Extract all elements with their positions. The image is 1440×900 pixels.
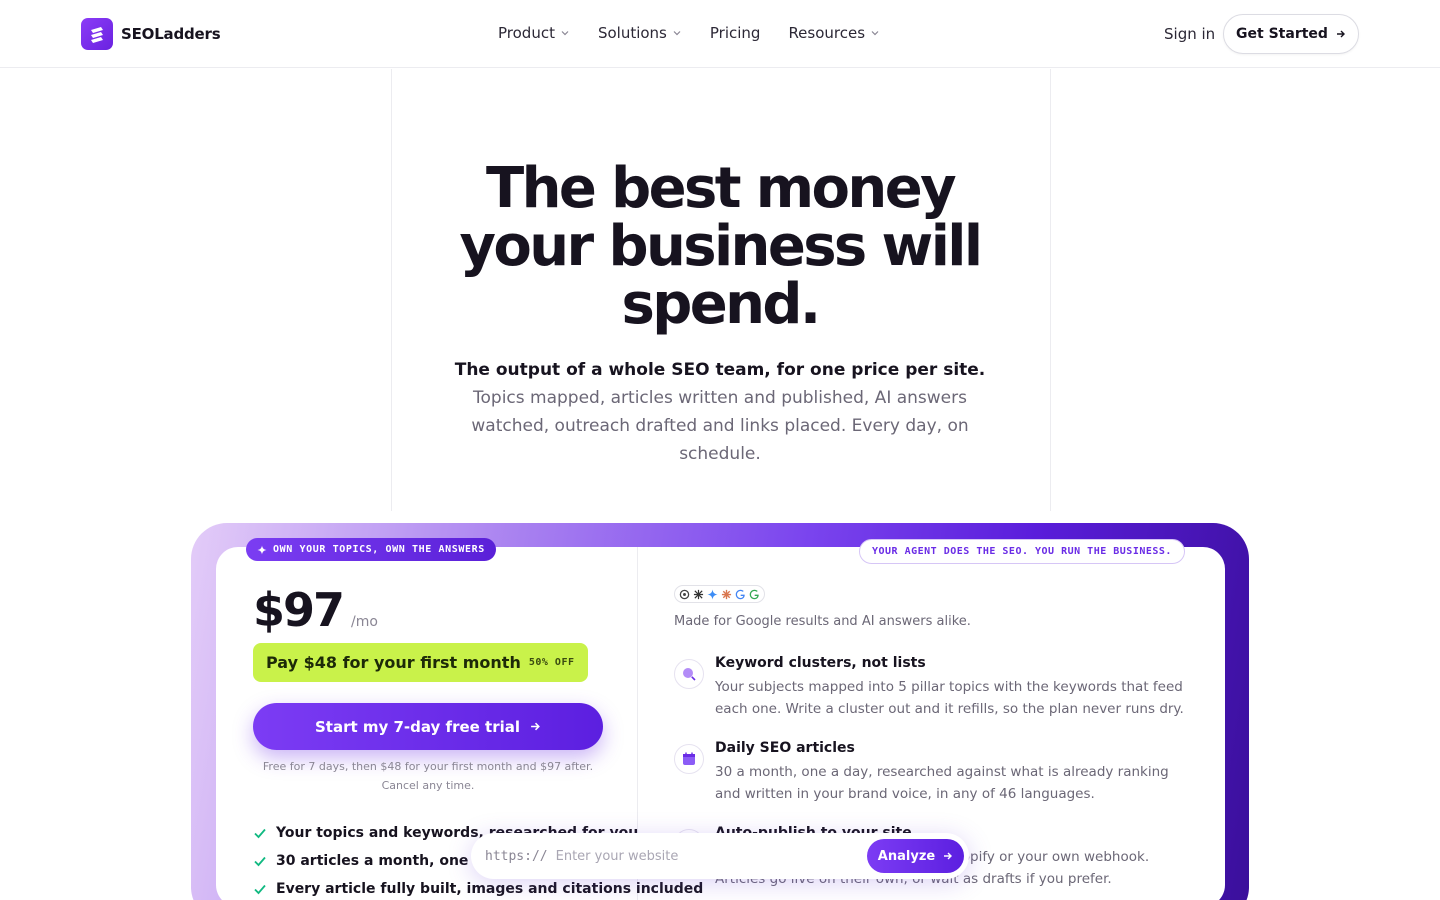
chatgpt-icon bbox=[679, 589, 690, 599]
arrow-right-icon bbox=[531, 722, 540, 731]
arrow-right-icon bbox=[1336, 30, 1345, 38]
analyze-button[interactable]: Analyze bbox=[867, 839, 964, 873]
first-month-offer: Pay $48 for your first month 50% OFF bbox=[253, 643, 588, 682]
feature-desc: 30 a month, one a day, researched agains… bbox=[715, 764, 1169, 802]
offer-text: Pay $48 for your first month bbox=[266, 653, 521, 672]
chevron-down-icon bbox=[561, 31, 569, 36]
price-period: /mo bbox=[351, 614, 378, 630]
calendar-icon bbox=[674, 744, 704, 774]
sign-in-link[interactable]: Sign in bbox=[1164, 25, 1215, 43]
nav-product[interactable]: Product bbox=[498, 24, 570, 42]
hero-subtitle: The output of a whole SEO team, for one … bbox=[440, 356, 1000, 468]
nav-resources-label: Resources bbox=[788, 24, 866, 42]
nav-pricing[interactable]: Pricing bbox=[710, 24, 761, 42]
claude-icon bbox=[721, 589, 732, 599]
hero-divider-right bbox=[1050, 69, 1051, 511]
sparkle-icon bbox=[257, 545, 267, 554]
perplexity-icon bbox=[693, 589, 704, 599]
check-icon bbox=[254, 828, 266, 839]
check-icon bbox=[254, 856, 266, 867]
price: $97 /mo bbox=[253, 583, 378, 637]
get-started-label: Get Started bbox=[1236, 26, 1328, 42]
start-trial-label: Start my 7-day free trial bbox=[314, 717, 521, 736]
website-input[interactable] bbox=[555, 848, 856, 864]
price-amount: $97 bbox=[253, 583, 345, 637]
badge-own-topics-text: OWN YOUR TOPICS, OWN THE ANSWERS bbox=[273, 544, 485, 555]
badge-agent: YOUR AGENT DOES THE SEO. YOU RUN THE BUS… bbox=[859, 539, 1185, 564]
google-icon bbox=[735, 589, 745, 599]
start-trial-button[interactable]: Start my 7-day free trial bbox=[253, 703, 603, 750]
website-analyze-bar: https:// Analyze bbox=[471, 833, 969, 879]
hero-divider-left bbox=[391, 69, 392, 511]
nav-solutions-label: Solutions bbox=[597, 24, 667, 42]
checklist-text: Every article fully built, images and ci… bbox=[276, 881, 704, 897]
trial-note: Free for 7 days, then $48 for your first… bbox=[262, 760, 594, 792]
get-started-button[interactable]: Get Started bbox=[1223, 14, 1359, 54]
logo-mark-icon bbox=[81, 18, 113, 50]
engine-icons bbox=[674, 585, 765, 603]
nav-resources[interactable]: Resources bbox=[788, 24, 880, 42]
made-for-text: Made for Google results and AI answers a… bbox=[674, 614, 971, 629]
nav-links: Product Solutions Pricing Resources bbox=[498, 24, 880, 42]
hero-title: The best money your business will spend. bbox=[459, 156, 984, 337]
feature-desc: Your subjects mapped into 5 pillar topic… bbox=[715, 679, 1184, 717]
top-nav: SEOLadders Product Solutions Pricing Res… bbox=[0, 0, 1440, 68]
nav-product-label: Product bbox=[498, 24, 555, 42]
nav-solutions[interactable]: Solutions bbox=[598, 24, 682, 42]
arrow-right-icon bbox=[944, 852, 953, 860]
brand-logo[interactable]: SEOLadders bbox=[81, 18, 221, 50]
hero-subtitle-strong: The output of a whole SEO team, for one … bbox=[454, 360, 986, 380]
analyze-label: Analyze bbox=[877, 848, 936, 864]
check-icon bbox=[254, 884, 266, 895]
nav-pricing-label: Pricing bbox=[709, 24, 761, 42]
feature-title: Daily SEO articles bbox=[715, 740, 855, 756]
gemini-icon bbox=[707, 588, 718, 600]
chevron-down-icon bbox=[673, 31, 681, 36]
discount-badge: 50% OFF bbox=[528, 657, 575, 668]
brand-name: SEOLadders bbox=[121, 25, 221, 43]
hero-subtitle-rest: Topics mapped, articles written and publ… bbox=[471, 388, 969, 464]
badge-own-topics: OWN YOUR TOPICS, OWN THE ANSWERS bbox=[246, 538, 496, 561]
url-prefix: https:// bbox=[485, 848, 548, 864]
google-ai-icon bbox=[749, 589, 759, 599]
chevron-down-icon bbox=[871, 31, 879, 36]
search-icon bbox=[674, 659, 704, 689]
feature-title: Keyword clusters, not lists bbox=[715, 655, 926, 671]
